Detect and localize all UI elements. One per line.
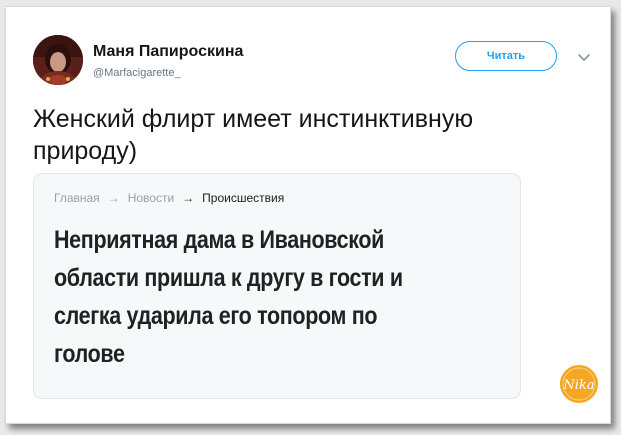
article-headline[interactable]: Неприятная дама в Ивановской области при… xyxy=(54,221,441,373)
breadcrumb: Главная → Новости → Происшествия xyxy=(54,191,284,205)
svg-text:Nika: Nika xyxy=(562,378,594,393)
arrow-right-icon: → xyxy=(182,191,195,205)
arrow-right-icon: → xyxy=(107,191,120,205)
author-handle[interactable]: @Marfacigarette_ xyxy=(93,67,181,79)
tweet-text-line: Женский флирт имеет инстинктивную xyxy=(33,105,474,133)
chevron-down-icon[interactable] xyxy=(576,49,592,65)
headline-line: Неприятная дама в Ивановской xyxy=(54,226,385,254)
headline-line: области пришла к другу в гости и xyxy=(54,264,403,292)
avatar[interactable] xyxy=(33,35,83,85)
avatar-portrait xyxy=(33,35,83,85)
headline-line: слегка ударила его топором по xyxy=(54,302,378,330)
tweet-text: Женский флирт имеет инстинктивную природ… xyxy=(33,103,573,167)
breadcrumb-news[interactable]: Новости xyxy=(128,191,174,205)
watermark-logo: Nika xyxy=(557,362,601,406)
author-name[interactable]: Маня Папироскина xyxy=(93,43,243,61)
tweet-screenshot: Маня Папироскина @Marfacigarette_ Читать… xyxy=(5,6,611,424)
breadcrumb-home[interactable]: Главная xyxy=(54,191,100,205)
breadcrumb-incidents[interactable]: Происшествия xyxy=(202,191,284,205)
headline-line: голове xyxy=(54,340,125,368)
tweet-text-line: природу) xyxy=(33,137,138,165)
embedded-article-card[interactable]: Главная → Новости → Происшествия Неприят… xyxy=(33,173,521,399)
follow-button[interactable]: Читать xyxy=(455,41,557,71)
